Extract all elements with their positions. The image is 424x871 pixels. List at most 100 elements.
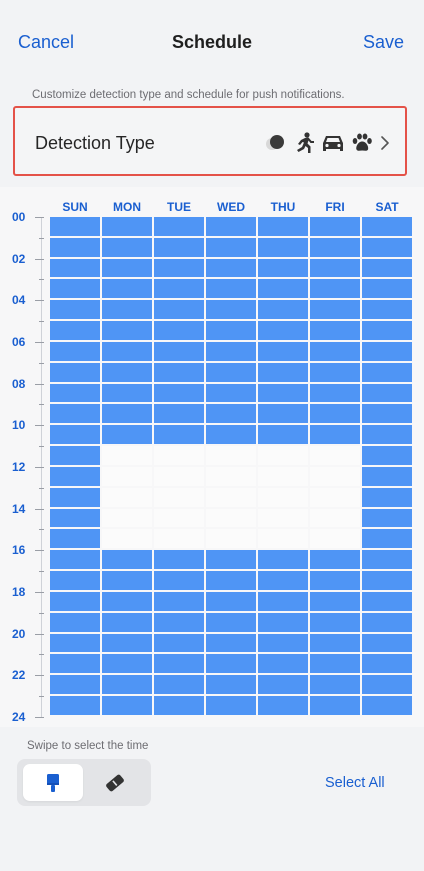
brush-mode-button[interactable] — [23, 764, 83, 801]
schedule-cell-fri-23[interactable] — [310, 696, 360, 715]
schedule-cell-sat-15[interactable] — [362, 529, 412, 549]
schedule-cell-thu-23[interactable] — [258, 696, 308, 715]
schedule-cell-thu-16[interactable] — [258, 550, 308, 570]
schedule-cell-sun-15[interactable] — [50, 529, 100, 549]
schedule-cell-thu-5[interactable] — [258, 321, 308, 340]
schedule-cell-sun-20[interactable] — [50, 633, 100, 653]
schedule-cell-thu-12[interactable] — [258, 466, 308, 486]
schedule-cell-fri-2[interactable] — [310, 258, 360, 278]
schedule-cell-wed-9[interactable] — [206, 404, 256, 424]
schedule-cell-tue-2[interactable] — [154, 258, 204, 278]
schedule-cell-sun-9[interactable] — [50, 404, 100, 424]
schedule-cell-sun-12[interactable] — [50, 466, 100, 486]
schedule-cell-mon-20[interactable] — [102, 633, 152, 653]
schedule-cell-fri-18[interactable] — [310, 591, 360, 611]
schedule-cell-fri-3[interactable] — [310, 279, 360, 299]
save-button[interactable]: Save — [363, 32, 404, 53]
day-header-tue[interactable]: TUE — [154, 200, 204, 214]
schedule-cell-sat-4[interactable] — [362, 300, 412, 320]
schedule-cell-thu-22[interactable] — [258, 675, 308, 695]
schedule-cell-tue-16[interactable] — [154, 550, 204, 570]
schedule-cell-tue-0[interactable] — [154, 217, 204, 236]
select-all-button[interactable]: Select All — [325, 775, 385, 791]
schedule-cell-thu-3[interactable] — [258, 279, 308, 299]
schedule-cell-sun-4[interactable] — [50, 300, 100, 320]
schedule-cell-fri-4[interactable] — [310, 300, 360, 320]
schedule-cell-sat-3[interactable] — [362, 279, 412, 299]
day-header-sat[interactable]: SAT — [362, 200, 412, 214]
schedule-cell-thu-10[interactable] — [258, 425, 308, 445]
schedule-cell-tue-14[interactable] — [154, 508, 204, 528]
schedule-cell-wed-11[interactable] — [206, 446, 256, 465]
schedule-cell-tue-11[interactable] — [154, 446, 204, 465]
schedule-cell-sat-14[interactable] — [362, 508, 412, 528]
schedule-cell-mon-5[interactable] — [102, 321, 152, 340]
schedule-cell-thu-0[interactable] — [258, 217, 308, 236]
schedule-cell-fri-19[interactable] — [310, 612, 360, 632]
schedule-cell-mon-7[interactable] — [102, 362, 152, 382]
schedule-cell-sun-19[interactable] — [50, 612, 100, 632]
schedule-cell-mon-9[interactable] — [102, 404, 152, 424]
schedule-cell-mon-11[interactable] — [102, 446, 152, 465]
schedule-cell-mon-15[interactable] — [102, 529, 152, 549]
schedule-cell-tue-3[interactable] — [154, 279, 204, 299]
schedule-cell-thu-21[interactable] — [258, 654, 308, 674]
schedule-cell-tue-18[interactable] — [154, 591, 204, 611]
schedule-cell-tue-10[interactable] — [154, 425, 204, 445]
schedule-cell-wed-6[interactable] — [206, 341, 256, 361]
schedule-cell-tue-7[interactable] — [154, 362, 204, 382]
schedule-cell-sat-8[interactable] — [362, 383, 412, 403]
schedule-cell-fri-15[interactable] — [310, 529, 360, 549]
schedule-cell-sun-17[interactable] — [50, 571, 100, 590]
schedule-cell-thu-15[interactable] — [258, 529, 308, 549]
schedule-cell-mon-1[interactable] — [102, 237, 152, 257]
schedule-cell-thu-14[interactable] — [258, 508, 308, 528]
schedule-cell-tue-19[interactable] — [154, 612, 204, 632]
schedule-cell-sun-2[interactable] — [50, 258, 100, 278]
schedule-cell-fri-6[interactable] — [310, 341, 360, 361]
schedule-cell-mon-18[interactable] — [102, 591, 152, 611]
schedule-cell-fri-16[interactable] — [310, 550, 360, 570]
schedule-cell-wed-19[interactable] — [206, 612, 256, 632]
schedule-cell-fri-14[interactable] — [310, 508, 360, 528]
schedule-cell-sat-5[interactable] — [362, 321, 412, 340]
schedule-cell-wed-18[interactable] — [206, 591, 256, 611]
schedule-cell-tue-20[interactable] — [154, 633, 204, 653]
schedule-grid[interactable] — [50, 217, 412, 717]
schedule-cell-sun-0[interactable] — [50, 217, 100, 236]
schedule-cell-sat-9[interactable] — [362, 404, 412, 424]
schedule-cell-sat-10[interactable] — [362, 425, 412, 445]
schedule-cell-mon-16[interactable] — [102, 550, 152, 570]
schedule-cell-sat-22[interactable] — [362, 675, 412, 695]
schedule-cell-tue-13[interactable] — [154, 487, 204, 507]
schedule-cell-wed-10[interactable] — [206, 425, 256, 445]
schedule-cell-thu-20[interactable] — [258, 633, 308, 653]
schedule-cell-wed-1[interactable] — [206, 237, 256, 257]
schedule-cell-tue-23[interactable] — [154, 696, 204, 715]
schedule-cell-fri-21[interactable] — [310, 654, 360, 674]
schedule-cell-thu-6[interactable] — [258, 341, 308, 361]
schedule-cell-fri-9[interactable] — [310, 404, 360, 424]
schedule-cell-mon-12[interactable] — [102, 466, 152, 486]
schedule-cell-sun-11[interactable] — [50, 446, 100, 465]
schedule-cell-thu-11[interactable] — [258, 446, 308, 465]
schedule-cell-sun-3[interactable] — [50, 279, 100, 299]
schedule-cell-tue-21[interactable] — [154, 654, 204, 674]
schedule-cell-sat-12[interactable] — [362, 466, 412, 486]
schedule-cell-wed-16[interactable] — [206, 550, 256, 570]
schedule-cell-mon-4[interactable] — [102, 300, 152, 320]
schedule-cell-fri-20[interactable] — [310, 633, 360, 653]
schedule-cell-tue-1[interactable] — [154, 237, 204, 257]
schedule-cell-thu-19[interactable] — [258, 612, 308, 632]
schedule-cell-thu-1[interactable] — [258, 237, 308, 257]
schedule-cell-wed-12[interactable] — [206, 466, 256, 486]
schedule-cell-fri-10[interactable] — [310, 425, 360, 445]
schedule-cell-sat-11[interactable] — [362, 446, 412, 465]
schedule-cell-sun-7[interactable] — [50, 362, 100, 382]
schedule-cell-fri-22[interactable] — [310, 675, 360, 695]
schedule-cell-fri-1[interactable] — [310, 237, 360, 257]
schedule-cell-tue-15[interactable] — [154, 529, 204, 549]
schedule-cell-wed-22[interactable] — [206, 675, 256, 695]
schedule-cell-fri-11[interactable] — [310, 446, 360, 465]
detection-type-row[interactable]: Detection Type — [13, 106, 407, 176]
